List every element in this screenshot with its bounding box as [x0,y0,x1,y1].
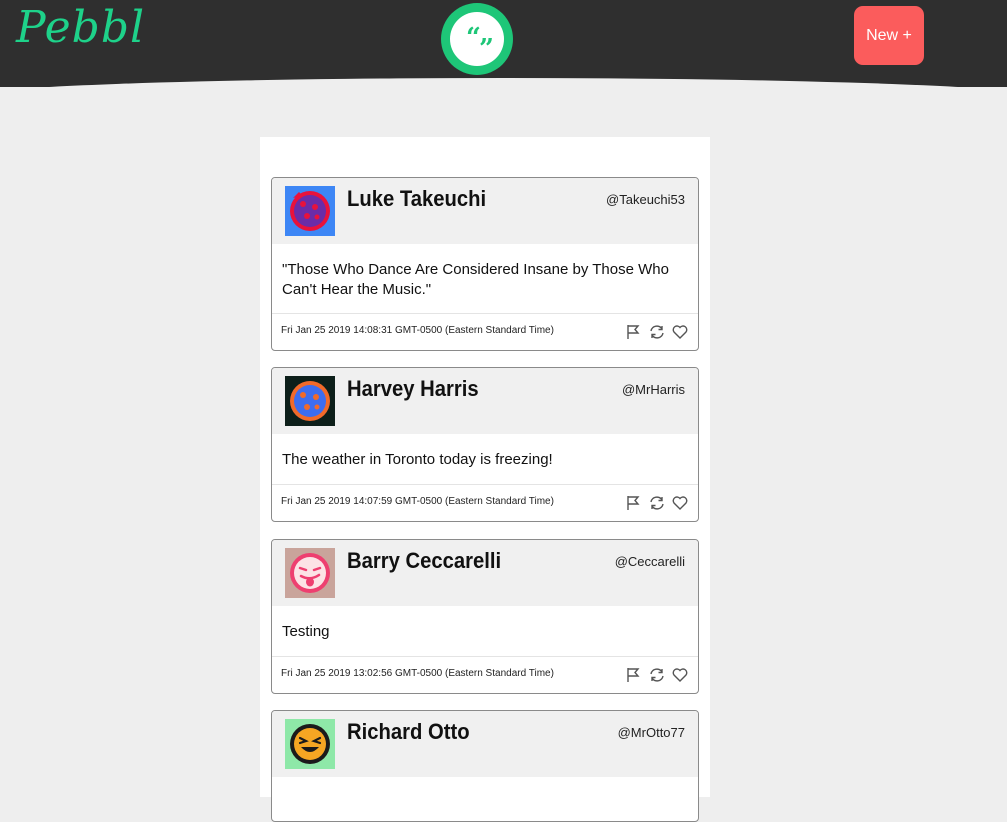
tweet-card: Luke Takeuchi @Takeuchi53 "Those Who Dan… [271,177,699,351]
tweet-actions [625,666,689,684]
heart-icon[interactable] [671,494,689,512]
retweet-icon[interactable] [648,494,666,512]
tweet-text: Testing [282,623,330,640]
tweet-header: Barry Ceccarelli @Ceccarelli [272,540,698,606]
tweet-author-handle[interactable]: @Takeuchi53 [606,192,685,207]
tweet-author-handle[interactable]: @MrOtto77 [618,725,685,740]
tweet-author-name[interactable]: Luke Takeuchi [347,186,486,212]
tweet-timestamp: Fri Jan 25 2019 14:07:59 GMT-0500 (Easte… [281,496,554,507]
flag-icon[interactable] [625,666,643,684]
tweet-author-name[interactable]: Richard Otto [347,719,470,745]
tweet-text [272,777,698,793]
tweet-timestamp: Fri Jan 25 2019 13:02:56 GMT-0500 (Easte… [281,668,554,679]
brand-logo-text[interactable]: Pebbl [16,2,145,53]
tweet-header: Luke Takeuchi @Takeuchi53 [272,178,698,244]
flag-icon[interactable] [625,323,643,341]
cookie-avatar-icon[interactable] [285,376,335,426]
feed-container: Luke Takeuchi @Takeuchi53 "Those Who Dan… [260,137,710,822]
top-navbar: Pebbl “ ” New + [0,0,1007,87]
heart-icon[interactable] [671,666,689,684]
laughing-emoji-avatar-icon[interactable] [285,719,335,769]
tweet-footer: Fri Jan 25 2019 14:07:59 GMT-0500 (Easte… [272,484,698,521]
retweet-icon[interactable] [648,323,666,341]
tongue-emoji-avatar-icon[interactable] [285,548,335,598]
retweet-icon[interactable] [648,666,666,684]
tweet-author-name[interactable]: Harvey Harris [347,376,479,402]
tweet-author-handle[interactable]: @Ceccarelli [615,554,685,569]
quote-logo-icon[interactable]: “ ” [441,3,513,75]
tweet-author-name[interactable]: Barry Ceccarelli [347,548,501,574]
flag-icon[interactable] [625,494,643,512]
heart-icon[interactable] [671,323,689,341]
tweet-footer: Fri Jan 25 2019 13:02:56 GMT-0500 (Easte… [272,656,698,693]
tweet-text: The weather in Toronto today is freezing… [282,451,553,468]
tweet-timestamp: Fri Jan 25 2019 14:08:31 GMT-0500 (Easte… [281,325,554,336]
new-post-button[interactable]: New + [854,6,924,65]
tweet-text: "Those Who Dance Are Considered Insane b… [282,261,669,298]
tweet-card: Barry Ceccarelli @Ceccarelli Testing Fri… [271,539,699,694]
cookie-avatar-icon[interactable] [285,186,335,236]
tweet-card: Harvey Harris @MrHarris The weather in T… [271,367,699,522]
tweet-actions [625,494,689,512]
tweet-card: Richard Otto @MrOtto77 [271,710,699,822]
quote-logo-inner: “ ” [450,12,504,66]
close-quote-glyph: ” [479,34,494,64]
tweet-author-handle[interactable]: @MrHarris [622,382,685,397]
tweet-header: Harvey Harris @MrHarris [272,368,698,434]
tweet-actions [625,323,689,341]
tweet-footer: Fri Jan 25 2019 14:08:31 GMT-0500 (Easte… [272,313,698,350]
tweet-header: Richard Otto @MrOtto77 [272,711,698,777]
